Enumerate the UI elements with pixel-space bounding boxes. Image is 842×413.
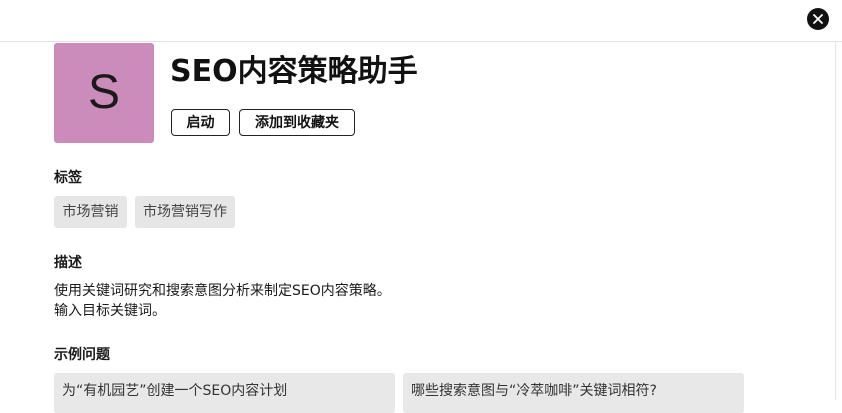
tags-heading: 标签 [54, 170, 82, 186]
avatar-letter: S [87, 66, 120, 119]
launch-button[interactable]: 启动 [171, 109, 230, 136]
example-question[interactable]: 哪些搜索意图与“冷萃咖啡”关键词相符? [403, 373, 744, 413]
tag-chip[interactable]: 市场营销 [54, 196, 127, 228]
close-icon [813, 14, 823, 24]
top-bar [0, 0, 842, 42]
description-line: 输入目标关键词。 [54, 303, 166, 319]
assistant-title: SEO内容策略助手 [170, 54, 418, 89]
examples-heading: 示例问题 [54, 347, 110, 363]
tag-chip[interactable]: 市场营销写作 [135, 196, 235, 228]
description-heading: 描述 [54, 255, 82, 271]
assistant-avatar: S [54, 43, 154, 143]
description-line: 使用关键词研究和搜索意图分析来制定SEO内容策略。 [54, 283, 391, 299]
panel-edge [835, 42, 836, 400]
example-question[interactable]: 为“有机园艺”创建一个SEO内容计划 [54, 373, 395, 413]
add-to-favorites-button[interactable]: 添加到收藏夹 [239, 109, 355, 136]
close-button[interactable] [807, 8, 829, 30]
